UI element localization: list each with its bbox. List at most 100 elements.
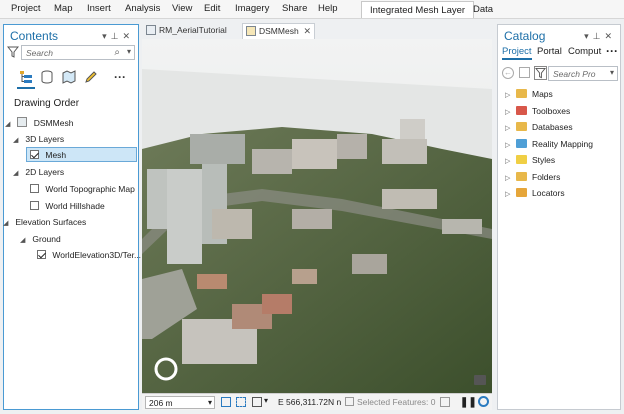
back-icon[interactable]: ← — [502, 67, 514, 79]
contents-pane-controls: ▾⊥✕ — [102, 31, 134, 42]
caret-right-icon[interactable]: ▷ — [505, 187, 516, 202]
caret-down-icon[interactable]: ◢ — [20, 233, 30, 248]
layer-world-hillshade[interactable]: World Hillshade — [30, 199, 105, 214]
caret-right-icon[interactable]: ▷ — [505, 105, 516, 120]
scene-icon — [246, 26, 256, 36]
more-icon[interactable]: ··· — [114, 70, 126, 84]
tab-dsmmesh[interactable]: DSMMesh ✕ — [242, 23, 315, 39]
menu-map[interactable]: Map — [54, 3, 72, 14]
chevron-down-icon[interactable]: ▾ — [610, 68, 614, 77]
menu-view[interactable]: View — [172, 3, 192, 14]
list-by-editing-icon[interactable] — [84, 70, 98, 84]
caret-right-icon[interactable]: ▷ — [505, 171, 516, 186]
menu-insert[interactable]: Insert — [87, 3, 111, 14]
catalog-item-toolboxes[interactable]: ▷ Toolboxes — [505, 104, 570, 119]
search-icon[interactable]: ⌕ — [114, 47, 120, 58]
caret-right-icon[interactable]: ▷ — [505, 138, 516, 153]
caret-down-icon[interactable]: ◢ — [13, 133, 23, 148]
group-ground[interactable]: ◢ Ground — [20, 232, 61, 247]
tab-portal[interactable]: Portal — [537, 46, 562, 57]
menu-help[interactable]: Help — [318, 3, 338, 14]
drawing-order-label: Drawing Order — [14, 98, 80, 109]
contents-search-placeholder: Search — [26, 48, 53, 58]
group-2d-layers[interactable]: ◢ 2D Layers — [13, 165, 64, 180]
filter-icon[interactable] — [534, 66, 547, 80]
toolbar-underline — [17, 87, 35, 89]
sync-icon[interactable] — [478, 396, 489, 407]
menu-project[interactable]: Project — [11, 3, 41, 14]
selected-features-label[interactable]: Selected Features: 0 — [357, 397, 435, 407]
elevation-visibility-checkbox[interactable] — [37, 250, 46, 259]
close-icon[interactable]: ✕ — [303, 24, 311, 38]
tab-project[interactable]: Project — [502, 46, 532, 60]
chevron-down-icon[interactable]: ▾ — [102, 31, 111, 41]
tab-computer[interactable]: Comput — [568, 46, 601, 57]
list-by-drawing-order-icon[interactable] — [19, 70, 33, 84]
caret-down-icon[interactable]: ◢ — [5, 117, 15, 132]
tab-integrated-mesh-layer[interactable]: Integrated Mesh Layer — [361, 1, 475, 18]
scale-dropdown[interactable]: 206 m ▾ — [145, 396, 215, 409]
group-elevation-surfaces[interactable]: ◢ Elevation Surfaces — [3, 215, 86, 230]
menu-imagery[interactable]: Imagery — [235, 3, 269, 14]
scene-view[interactable] — [142, 39, 492, 393]
ribbon: Project Map Insert Analysis View Edit Im… — [0, 0, 624, 19]
catalog-item-maps[interactable]: ▷ Maps — [505, 87, 553, 102]
pause-icon[interactable]: ❚❚ — [460, 397, 477, 408]
contents-search-input[interactable]: Search ⌕ ▾ — [21, 45, 135, 60]
topo-visibility-checkbox[interactable] — [30, 184, 39, 193]
grid-icon[interactable] — [221, 397, 231, 407]
menu-share[interactable]: Share — [282, 3, 307, 14]
catalog-item-databases[interactable]: ▷ Databases — [505, 120, 573, 135]
caret-right-icon[interactable]: ▷ — [505, 88, 516, 103]
chevron-down-icon[interactable]: ▾ — [584, 31, 593, 41]
catalog-pane: Catalog ▾⊥✕ — [497, 24, 621, 410]
map-overview-icon[interactable] — [474, 375, 486, 385]
map-node[interactable]: ◢ DSMMesh — [5, 116, 73, 131]
tab-data[interactable]: Data — [465, 1, 501, 18]
tab-rm-aerial-tutorial-label: RM_AerialTutorial — [159, 25, 227, 35]
map-status-bar: 206 m ▾ ▾ E 566,311.72N n Selected Featu… — [142, 393, 492, 410]
hillshade-visibility-checkbox[interactable] — [30, 201, 39, 210]
catalog-item-maps-label: Maps — [532, 89, 553, 99]
close-icon[interactable]: ✕ — [122, 31, 134, 41]
snapping-icon[interactable] — [236, 397, 246, 407]
catalog-item-styles[interactable]: ▷ Styles — [505, 153, 555, 168]
selected-features-icon — [345, 397, 354, 406]
transform-icon[interactable] — [252, 397, 262, 407]
pin-icon[interactable]: ⊥ — [111, 31, 123, 41]
catalog-item-reality-mapping[interactable]: ▷ Reality Mapping — [505, 137, 593, 152]
pin-icon[interactable]: ⊥ — [593, 31, 605, 41]
chevron-down-icon[interactable]: ▾ — [127, 47, 131, 56]
layer-topo-label: World Topographic Map — [45, 184, 135, 194]
menu-edit[interactable]: Edit — [204, 3, 220, 14]
scale-value: 206 m — [149, 398, 173, 408]
up-folder-icon[interactable] — [519, 67, 530, 78]
group-3d-layers[interactable]: ◢ 3D Layers — [13, 132, 64, 147]
caret-right-icon[interactable]: ▷ — [505, 121, 516, 136]
database-icon — [516, 122, 527, 131]
list-by-source-icon[interactable] — [40, 70, 54, 84]
caret-down-icon[interactable]: ◢ — [13, 166, 23, 181]
mesh-visibility-checkbox[interactable] — [30, 150, 39, 159]
chevron-down-icon[interactable]: ▾ — [264, 396, 268, 405]
more-icon[interactable]: ··· — [606, 44, 618, 58]
locator-icon — [516, 188, 527, 197]
menu-analysis[interactable]: Analysis — [125, 3, 160, 14]
layer-mesh[interactable]: Mesh — [26, 147, 137, 162]
navigator-icon[interactable] — [152, 352, 182, 382]
catalog-item-locators[interactable]: ▷ Locators — [505, 186, 565, 201]
chevron-down-icon[interactable]: ▾ — [208, 398, 212, 407]
close-icon[interactable]: ✕ — [604, 31, 616, 41]
filter-icon[interactable] — [6, 46, 20, 58]
caret-down-icon[interactable]: ◢ — [3, 216, 13, 231]
catalog-search-input[interactable]: Search Pro ▾ — [548, 66, 618, 81]
refresh-icon[interactable] — [440, 397, 450, 407]
layer-world-elevation[interactable]: WorldElevation3D/Ter... — [37, 248, 141, 263]
toolbox-icon — [516, 106, 527, 115]
catalog-item-folders[interactable]: ▷ Folders — [505, 170, 560, 185]
caret-right-icon[interactable]: ▷ — [505, 154, 516, 169]
layer-world-topographic-map[interactable]: World Topographic Map — [30, 182, 135, 197]
layer-hillshade-label: World Hillshade — [45, 201, 105, 211]
list-by-selection-icon[interactable] — [62, 70, 76, 84]
tab-rm-aerial-tutorial[interactable]: RM_AerialTutorial — [143, 23, 239, 39]
